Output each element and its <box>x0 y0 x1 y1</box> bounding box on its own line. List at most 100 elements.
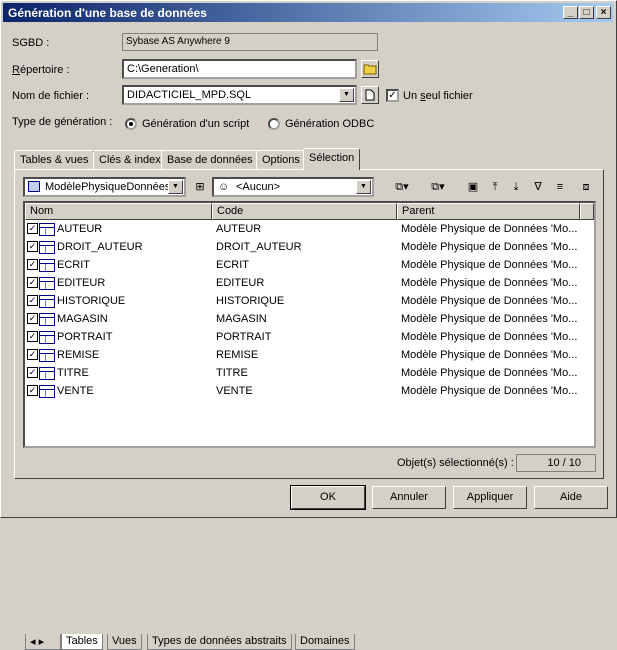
table-icon <box>39 295 55 308</box>
radio-odbc[interactable] <box>268 118 280 130</box>
deselect-all-icon[interactable]: ⧉▾ <box>429 179 447 195</box>
move-bottom-icon[interactable]: ⤓ <box>507 179 525 195</box>
subtab-scroll[interactable]: ◂ ▸ <box>25 634 61 650</box>
cell-code: DROIT_AUTEUR <box>216 241 302 253</box>
radio-script[interactable] <box>125 118 137 130</box>
table-row[interactable]: ✓ VENTE VENTE Modèle Physique de Données 'M… <box>25 383 594 401</box>
table-icon <box>39 259 55 272</box>
cell-nom: DROIT_AUTEUR <box>57 241 143 253</box>
subtab-vues[interactable]: Vues <box>107 634 142 650</box>
cell-code: EDITEUR <box>216 277 265 289</box>
column-header-parent[interactable]: Parent <box>397 203 580 220</box>
table-row[interactable]: ✓ TITRE TITRE Modèle Physique de Données 'M… <box>25 365 594 383</box>
close-button[interactable]: × <box>596 6 611 19</box>
table-row[interactable]: ✓ REMISE REMISE Modèle Physique de Données … <box>25 347 594 365</box>
owner-combo[interactable]: ☺ <Aucun> ▼ <box>212 177 374 197</box>
chevron-down-icon[interactable]: ▼ <box>356 180 371 194</box>
row-checkbox[interactable]: ✓ <box>27 295 38 306</box>
cell-parent: Modèle Physique de Données 'Mo... <box>401 223 578 235</box>
fichier-value: DIDACTICIEL_MPD.SQL <box>127 89 252 101</box>
tab-tables-vues[interactable]: Tables & vues <box>14 150 95 169</box>
owner-icon: ☺ <box>218 181 230 193</box>
cell-parent: Modèle Physique de Données 'Mo... <box>401 349 578 361</box>
title-bar[interactable]: Génération d'une base de données _ □ × <box>3 3 613 22</box>
column-header-code[interactable]: Code <box>212 203 397 220</box>
cell-parent: Modèle Physique de Données 'Mo... <box>401 277 578 289</box>
column-header-nom[interactable]: Nom <box>25 203 212 220</box>
cell-nom: MAGASIN <box>57 313 108 325</box>
table-row[interactable]: ✓ PORTRAIT PORTRAIT Modèle Physique de Donn… <box>25 329 594 347</box>
cell-parent: Modèle Physique de Données 'Mo... <box>401 331 578 343</box>
row-checkbox[interactable]: ✓ <box>27 223 38 234</box>
column-header-filler <box>580 203 594 220</box>
seul-fichier-label: Un seul fichier <box>403 90 473 102</box>
cell-nom: ECRIT <box>57 259 90 271</box>
cell-code: REMISE <box>216 349 259 361</box>
tab-selection[interactable]: Sélection <box>303 148 361 170</box>
maximize-button[interactable]: □ <box>579 6 594 19</box>
cell-nom: EDITEUR <box>57 277 106 289</box>
row-checkbox[interactable]: ✓ <box>27 385 38 396</box>
radio-script-label[interactable]: Génération d'un script <box>142 118 249 130</box>
fichier-combo[interactable]: DIDACTICIEL_MPD.SQL ▼ <box>122 85 357 105</box>
row-checkbox[interactable]: ✓ <box>27 367 38 378</box>
seul-fichier-pre: Un <box>403 90 421 102</box>
sort-icon[interactable]: ≡ <box>551 179 569 195</box>
row-checkbox[interactable]: ✓ <box>27 277 38 288</box>
chevron-down-icon[interactable]: ▼ <box>339 88 354 102</box>
table-row[interactable]: ✓ EDITEUR EDITEUR Modèle Physique de Donnée… <box>25 275 594 293</box>
row-checkbox[interactable]: ✓ <box>27 241 38 252</box>
owner-combo-value: <Aucun> <box>236 181 281 193</box>
table-icon <box>39 277 55 290</box>
cell-nom: TITRE <box>57 367 89 379</box>
table-icon <box>39 331 55 344</box>
chevron-down-icon[interactable]: ▼ <box>168 180 183 194</box>
filter-icon[interactable]: ∇ <box>529 179 547 195</box>
table-icon <box>39 313 55 326</box>
repertoire-label: Répertoire : <box>12 64 69 76</box>
file-button[interactable] <box>361 86 379 104</box>
fichier-label: Nom de fichier : <box>12 90 90 102</box>
tree-icon[interactable]: ⊞ <box>191 179 209 195</box>
apply-button[interactable]: Appliquer <box>453 486 527 509</box>
cell-parent: Modèle Physique de Données 'Mo... <box>401 241 578 253</box>
move-top-icon[interactable]: ⤒ <box>486 179 504 195</box>
row-checkbox[interactable]: ✓ <box>27 259 38 270</box>
minimize-button[interactable]: _ <box>563 6 578 19</box>
subtab-domaines[interactable]: Domaines <box>295 634 355 650</box>
cell-nom: PORTRAIT <box>57 331 113 343</box>
cell-code: VENTE <box>216 385 253 397</box>
radio-odbc-label[interactable]: Génération ODBC <box>285 118 374 130</box>
table-row[interactable]: ✓ MAGASIN MAGASIN Modèle Physique de Donnée… <box>25 311 594 329</box>
table-row[interactable]: ✓ DROIT_AUTEUR DROIT_AUTEUR Modèle Physique… <box>25 239 594 257</box>
repertoire-input[interactable]: C:\Generation\ <box>122 59 357 79</box>
subtab-tables[interactable]: Tables <box>61 634 103 650</box>
help-button[interactable]: Aide <box>534 486 608 509</box>
cell-code: HISTORIQUE <box>216 295 285 307</box>
selection-list[interactable]: Nom Code Parent ✓ AUTEUR AUTEUR Modèle Phys… <box>23 201 596 650</box>
cell-code: ECRIT <box>216 259 249 271</box>
table-row[interactable]: ✓ ECRIT ECRIT Modèle Physique de Données 'M… <box>25 257 594 275</box>
repertoire-label-text: épertoire : <box>19 64 70 76</box>
row-checkbox[interactable]: ✓ <box>27 349 38 360</box>
tab-cles-index[interactable]: Clés & index <box>93 150 167 169</box>
check-icon[interactable]: ▣ <box>464 179 482 195</box>
tab-base-donnees[interactable]: Base de données <box>161 150 259 169</box>
model-icon <box>28 181 40 192</box>
model-combo[interactable]: ModèlePhysiqueDonnées ▼ <box>23 177 186 197</box>
ok-button[interactable]: OK <box>290 485 366 510</box>
subtab-types-abstraits[interactable]: Types de données abstraits <box>147 634 292 650</box>
sgbd-field: Sybase AS Anywhere 9 <box>122 33 378 51</box>
select-all-icon[interactable]: ⧉▾ <box>393 179 411 195</box>
cell-nom: VENTE <box>57 385 94 397</box>
table-row[interactable]: ✓ AUTEUR AUTEUR Modèle Physique de Données … <box>25 221 594 239</box>
cancel-button[interactable]: Annuler <box>372 486 446 509</box>
tab-options[interactable]: Options <box>256 150 306 169</box>
table-row[interactable]: ✓ HISTORIQUE HISTORIQUE Modèle Physique de … <box>25 293 594 311</box>
seul-fichier-checkbox[interactable]: ✓ <box>386 89 399 102</box>
row-checkbox[interactable]: ✓ <box>27 313 38 324</box>
properties-icon[interactable]: ⧈ <box>577 179 595 195</box>
browse-folder-button[interactable] <box>361 60 379 78</box>
type-label: Type de génération : <box>12 116 113 128</box>
row-checkbox[interactable]: ✓ <box>27 331 38 342</box>
